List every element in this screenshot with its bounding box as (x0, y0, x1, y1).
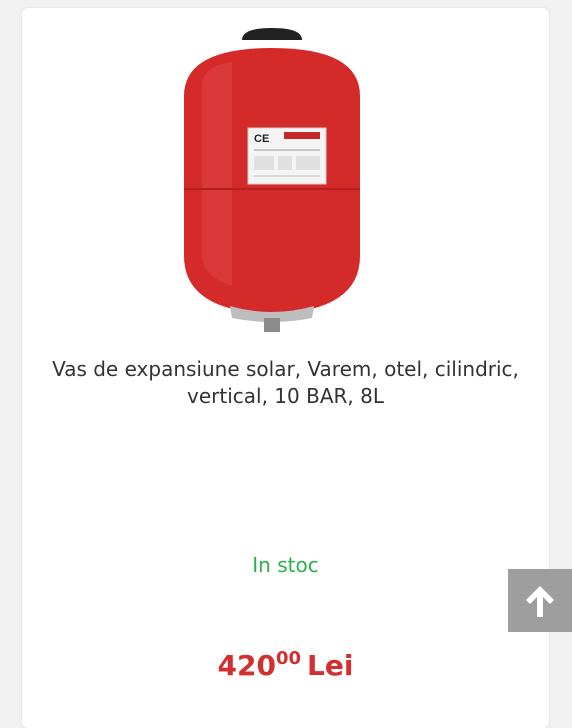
product-card[interactable]: CE Vas de expansiune solar, Varem, otel,… (22, 8, 549, 728)
scroll-to-top-button[interactable] (508, 569, 572, 632)
product-image[interactable]: CE (172, 26, 372, 336)
arrow-up-icon (526, 585, 554, 617)
stock-status: In stoc (252, 553, 319, 577)
price-cents: 00 (275, 648, 302, 669)
price-main: 420 (217, 649, 276, 682)
svg-text:CE: CE (254, 133, 269, 145)
product-title[interactable]: Vas de expansiune solar, Varem, otel, ci… (42, 356, 529, 410)
product-price: 42000 Lei (22, 648, 549, 682)
price-currency: Lei (307, 649, 354, 682)
